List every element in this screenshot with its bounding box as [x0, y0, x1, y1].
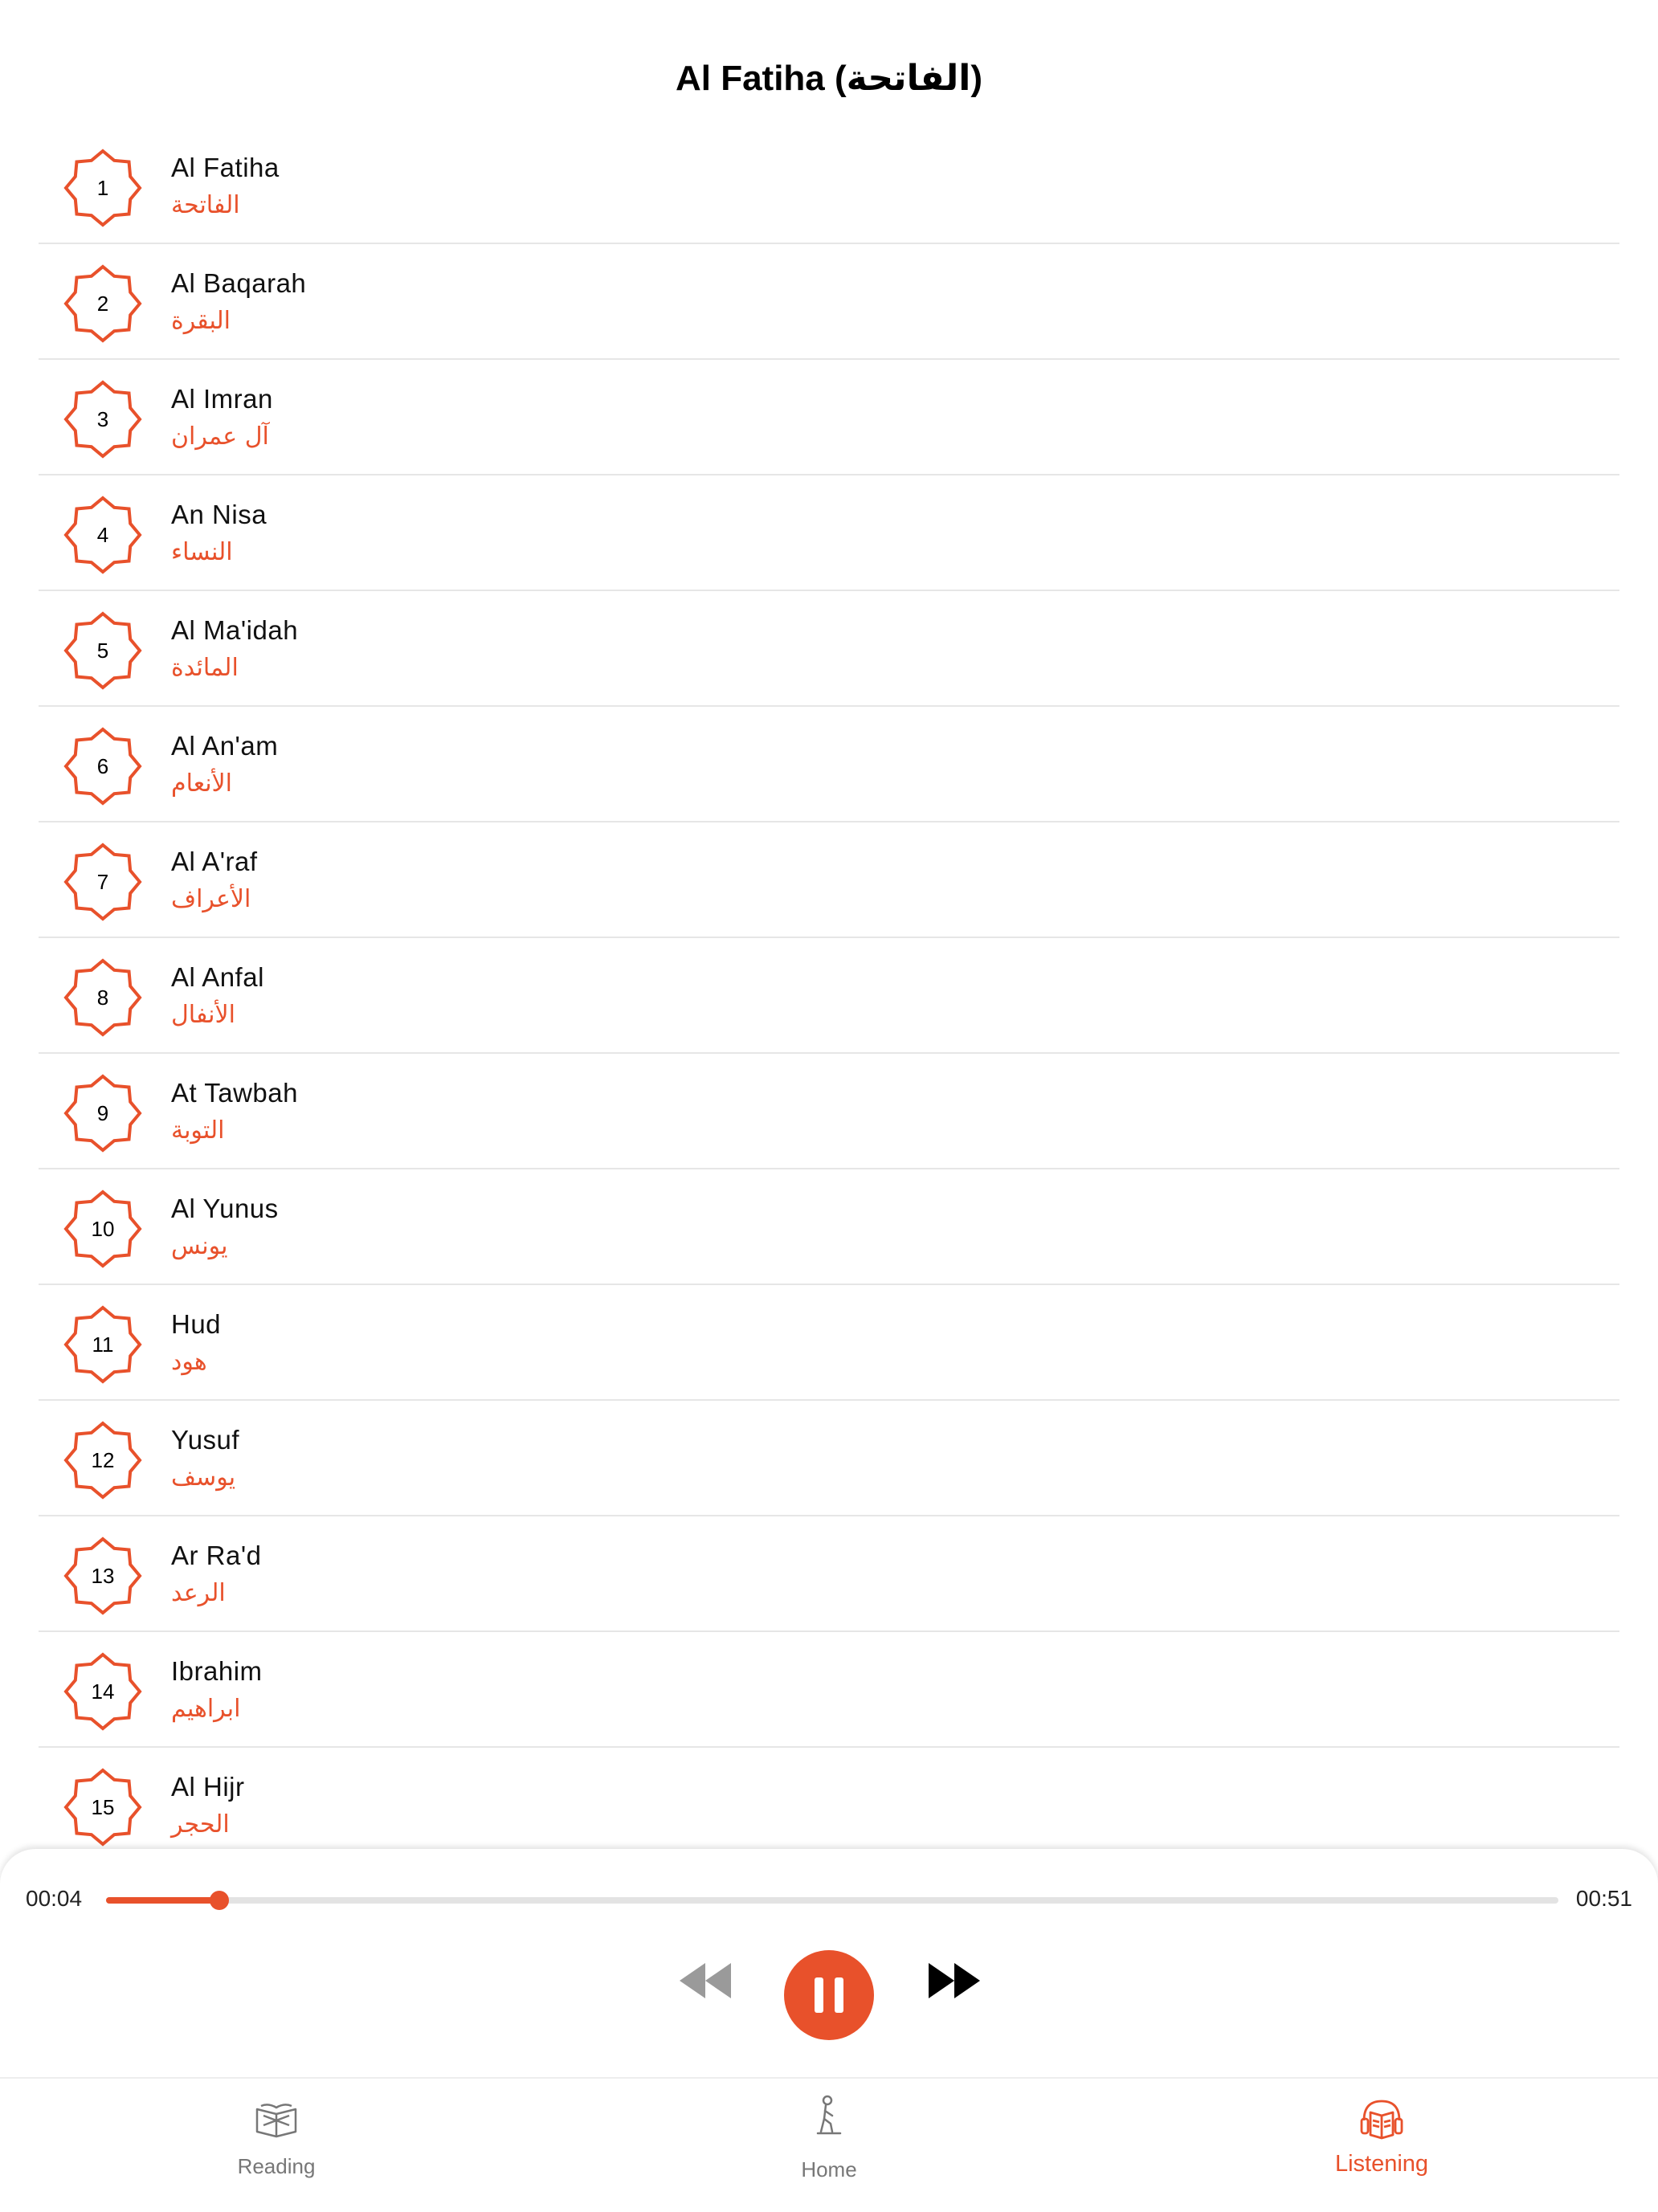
surah-number-badge: 2: [63, 263, 143, 344]
surah-number: 10: [91, 1217, 115, 1241]
surah-name-arabic: الأعراف: [171, 885, 251, 913]
surah-name-arabic: آل عمران: [171, 422, 269, 451]
surah-number: 12: [91, 1448, 115, 1472]
pause-button[interactable]: [784, 1950, 874, 2040]
surah-name-english: Al Imran: [171, 384, 273, 414]
surah-number-badge: 9: [63, 1073, 143, 1153]
surah-row[interactable]: 2 Al Baqarah البقرة: [39, 244, 1619, 360]
surah-number: 14: [91, 1679, 115, 1704]
surah-name-english: Al Hijr: [171, 1772, 245, 1802]
pause-icon: [815, 1977, 843, 2013]
current-time: 00:04: [26, 1886, 83, 1911]
surah-name-arabic: هود: [171, 1348, 207, 1376]
surah-row[interactable]: 11 Hud هود: [39, 1285, 1619, 1401]
surah-row[interactable]: 6 Al An'am الأنعام: [39, 707, 1619, 822]
surah-number-badge: 1: [63, 148, 143, 228]
tab-listening[interactable]: Listening: [1221, 2079, 1542, 2212]
rewind-button[interactable]: [680, 1963, 731, 1998]
surah-name-english: Al Ma'idah: [171, 615, 299, 645]
surah-number-badge: 4: [63, 495, 143, 575]
surah-name-arabic: يوسف: [171, 1463, 236, 1492]
surah-name-arabic: ابراهيم: [171, 1695, 241, 1723]
surah-name-english: Al An'am: [171, 731, 279, 761]
audio-player: 00:04 00:51: [0, 1849, 1658, 2077]
surah-row[interactable]: 12 Yusuf يوسف: [39, 1401, 1619, 1516]
surah-number: 4: [96, 523, 109, 547]
surah-list[interactable]: 1 Al Fatiha الفاتحة 2 Al Baqarah البقرة 3 Al Im…: [39, 129, 1619, 1863]
surah-name-english: Ibrahim: [171, 1656, 263, 1686]
tab-home[interactable]: Home: [668, 2079, 990, 2212]
surah-number: 7: [96, 870, 109, 894]
rewind-icon: [680, 1963, 731, 1998]
surah-name-english: Al Yunus: [171, 1194, 279, 1223]
surah-number: 13: [91, 1564, 115, 1588]
surah-name-arabic: الأنفال: [171, 1001, 235, 1029]
book-icon: [255, 2104, 297, 2138]
headphones-book-icon: [1360, 2100, 1403, 2140]
fast-forward-button[interactable]: [929, 1963, 980, 1998]
surah-number-badge: 12: [63, 1420, 143, 1500]
surah-name-arabic: يونس: [171, 1232, 228, 1260]
surah-row[interactable]: 1 Al Fatiha الفاتحة: [39, 129, 1619, 244]
surah-number-badge: 13: [63, 1536, 143, 1616]
surah-number: 11: [92, 1333, 114, 1357]
surah-name-arabic: الفاتحة: [171, 191, 240, 219]
tab-home-label: Home: [801, 2157, 857, 2181]
surah-row[interactable]: 4 An Nisa النساء: [39, 475, 1619, 591]
surah-name-arabic: المائدة: [171, 654, 239, 682]
surah-row[interactable]: 9 At Tawbah التوبة: [39, 1054, 1619, 1169]
page-title: Al Fatiha (الفاتحة): [675, 59, 983, 98]
surah-number-badge: 8: [63, 957, 143, 1038]
surah-name-english: Ar Ra'd: [171, 1541, 262, 1570]
surah-name-arabic: النساء: [171, 538, 233, 566]
surah-row[interactable]: 3 Al Imran آل عمران: [39, 360, 1619, 475]
surah-row[interactable]: 7 Al A'raf الأعراف: [39, 822, 1619, 938]
tab-reading[interactable]: Reading: [116, 2079, 437, 2212]
surah-name-english: At Tawbah: [171, 1078, 298, 1108]
surah-row[interactable]: 5 Al Ma'idah المائدة: [39, 591, 1619, 707]
surah-number-badge: 15: [63, 1767, 143, 1847]
tab-listening-label: Listening: [1334, 2151, 1429, 2177]
surah-row[interactable]: 10 Al Yunus يونس: [39, 1169, 1619, 1285]
surah-number: 2: [96, 292, 109, 316]
surah-row[interactable]: 13 Ar Ra'd الرعد: [39, 1516, 1619, 1632]
surah-number: 1: [96, 176, 109, 200]
surah-row[interactable]: 14 Ibrahim ابراهيم: [39, 1632, 1619, 1748]
surah-number: 3: [96, 407, 109, 431]
surah-name-arabic: البقرة: [171, 307, 231, 335]
surah-number-badge: 10: [63, 1189, 143, 1269]
surah-number-badge: 7: [63, 842, 143, 922]
surah-name-arabic: الحجر: [171, 1810, 230, 1839]
progress-slider[interactable]: [106, 1891, 1558, 1910]
total-time: 00:51: [1575, 1886, 1632, 1911]
surah-number-badge: 5: [63, 610, 143, 691]
tab-reading-label: Reading: [237, 2154, 316, 2178]
surah-number: 8: [96, 986, 109, 1010]
surah-number: 6: [96, 754, 109, 778]
surah-name-arabic: الرعد: [171, 1579, 226, 1607]
surah-name-arabic: الأنعام: [171, 769, 232, 798]
surah-name-english: Hud: [171, 1309, 222, 1339]
progress-thumb[interactable]: [210, 1891, 230, 1910]
fast-forward-icon: [929, 1963, 980, 1998]
surah-number-badge: 11: [63, 1304, 143, 1385]
surah-name-english: An Nisa: [171, 500, 267, 529]
progress-fill: [106, 1897, 220, 1904]
surah-number: 5: [96, 639, 109, 663]
surah-name-english: Yusuf: [171, 1425, 240, 1455]
surah-number: 9: [96, 1101, 109, 1125]
surah-row[interactable]: 15 Al Hijr الحجر: [39, 1748, 1619, 1863]
surah-number-badge: 14: [63, 1651, 143, 1732]
surah-name-english: Al Anfal: [171, 962, 264, 992]
surah-name-english: Al A'raf: [171, 847, 258, 876]
surah-number-badge: 3: [63, 379, 143, 459]
surah-name-english: Al Fatiha: [171, 153, 280, 182]
surah-name-arabic: التوبة: [171, 1116, 225, 1145]
surah-row[interactable]: 8 Al Anfal الأنفال: [39, 938, 1619, 1054]
surah-number: 15: [91, 1795, 115, 1819]
tab-bar: Reading Home Listening: [0, 2077, 1658, 2210]
surah-number-badge: 6: [63, 726, 143, 806]
surah-name-english: Al Baqarah: [171, 268, 307, 298]
praying-person-icon: [816, 2095, 842, 2135]
